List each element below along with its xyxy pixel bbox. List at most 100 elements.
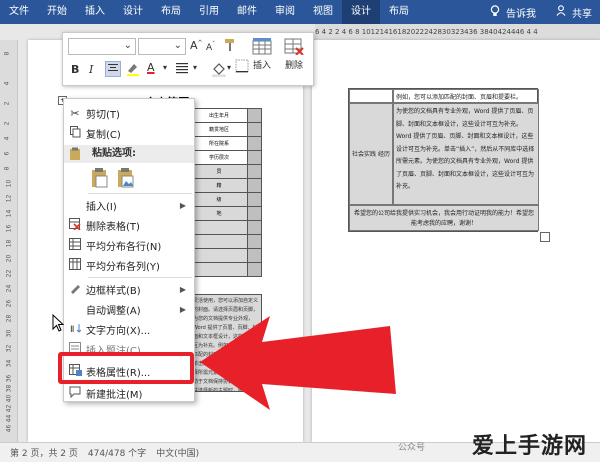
- mini-toolbar: ⌄ ⌄ A^ Aˇ B I A ▾ ▾ ▾ 插入 删除: [62, 32, 314, 86]
- paste-picture-icon[interactable]: [116, 167, 136, 192]
- table-cell[interactable]: 员: [190, 164, 248, 179]
- table-cell[interactable]: [247, 150, 262, 165]
- menu-item-autofit[interactable]: 自动调整(A) ▶: [64, 299, 194, 319]
- table-cell[interactable]: 级: [190, 192, 248, 207]
- social-practice-body-cell[interactable]: 为使您的文档具有专业外观，Word 提供了页眉、页脚、封面和文本框设计，这些设计…: [393, 103, 539, 205]
- language-indicator[interactable]: 中文(中国): [156, 446, 199, 459]
- ruler-mark: 4: [3, 136, 11, 141]
- table-cell[interactable]: [247, 192, 262, 207]
- table-cell[interactable]: 出生年月: [190, 108, 248, 123]
- ruler-mark: 18: [5, 239, 13, 248]
- table-cell[interactable]: [247, 262, 262, 277]
- table-cell-top-text[interactable]: 例如，您可以添加匹配的封面、页眉和提要栏。: [393, 89, 539, 103]
- shading-icon[interactable]: [211, 61, 227, 80]
- table-cell[interactable]: [190, 248, 248, 263]
- ruler-mark: 38: [5, 384, 13, 393]
- delete-button[interactable]: 删除: [277, 37, 311, 71]
- distribute-rows-icon: [64, 237, 86, 253]
- grow-font-button[interactable]: A^: [190, 39, 203, 52]
- table-cell[interactable]: [247, 136, 262, 151]
- menu-item-text-direction[interactable]: Ⅱ 文字方向(X)...: [64, 319, 194, 339]
- table-resize-handle-icon[interactable]: [540, 232, 550, 242]
- copy-icon: [64, 125, 86, 141]
- resume-left-table[interactable]: 出生年月 籍贯地区 所在院系 学历层次 员 籍 级 地: [190, 108, 262, 277]
- menu-item-cut[interactable]: ✂ 剪切(T): [64, 103, 194, 123]
- menu-item-delete-table[interactable]: 删除表格(T): [64, 215, 194, 235]
- tab-mailings[interactable]: 邮件: [228, 0, 266, 24]
- word-count[interactable]: 474/478 个字: [88, 446, 146, 459]
- tab-review[interactable]: 审阅: [266, 0, 304, 24]
- table-cell[interactable]: [247, 164, 262, 179]
- table-cell[interactable]: [247, 108, 262, 123]
- tell-me-box[interactable]: 告诉我: [506, 5, 536, 20]
- menu-item-label: 剪切(T): [86, 109, 120, 121]
- bold-button[interactable]: B: [71, 63, 79, 76]
- tab-view[interactable]: 视图: [304, 0, 342, 24]
- table-cell[interactable]: [190, 234, 248, 249]
- vertical-ruler[interactable]: 8 4 2 2 4 6 8 10 12 14 16 18 20 22 24 26…: [0, 40, 18, 442]
- menu-item-insert[interactable]: 插入(I) ▶: [64, 195, 194, 215]
- menu-divider: [88, 277, 192, 278]
- table-cell[interactable]: [247, 122, 262, 137]
- scissors-icon: ✂: [70, 106, 80, 120]
- table-cell[interactable]: 学历层次: [190, 150, 248, 165]
- table-cell[interactable]: [247, 206, 262, 221]
- closing-statement-cell[interactable]: 希望您的公司给我提供实习机会，我会用行动证明我的能力！希望您能考虑我的应聘，谢谢…: [349, 205, 539, 231]
- table-cell[interactable]: [247, 234, 262, 249]
- table-cell[interactable]: [247, 178, 262, 193]
- page-count[interactable]: 第 2 页，共 2 页: [10, 446, 78, 459]
- tab-file[interactable]: 文件: [0, 0, 38, 24]
- chevron-right-icon: ▶: [179, 200, 186, 210]
- ruler-mark: 40: [5, 394, 13, 403]
- tab-table-layout[interactable]: 布局: [380, 0, 418, 24]
- chevron-down-icon[interactable]: ▾: [163, 63, 167, 72]
- font-size-combo[interactable]: ⌄: [138, 38, 186, 55]
- table-cell[interactable]: 籍: [190, 178, 248, 193]
- ruler-mark: 16: [5, 224, 13, 233]
- chevron-down-icon[interactable]: ▾: [227, 63, 231, 72]
- resume-right-table[interactable]: 例如，您可以添加匹配的封面、页眉和提要栏。 社会实践 经历 为使您的文档具有专业…: [348, 88, 539, 232]
- menu-item-border-styles[interactable]: 边框样式(B) ▶: [64, 279, 194, 299]
- shrink-font-button[interactable]: Aˇ: [206, 41, 215, 53]
- table-cell[interactable]: [190, 262, 248, 277]
- social-practice-label-cell[interactable]: 社会实践 经历: [349, 103, 393, 205]
- table-cell[interactable]: [247, 220, 262, 235]
- tab-home[interactable]: 开始: [38, 0, 76, 24]
- table-cell[interactable]: 所在院系: [190, 136, 248, 151]
- menu-item-copy[interactable]: 复制(C): [64, 123, 194, 143]
- ruler-mark: 14: [5, 209, 13, 218]
- font-color-button[interactable]: A: [147, 61, 155, 74]
- insert-button[interactable]: 插入: [245, 37, 279, 71]
- tab-table-design[interactable]: 设计: [342, 0, 380, 24]
- ruler-mark: 32: [5, 344, 13, 353]
- horizontal-ruler[interactable]: 6 4 2 2 4 6 8 10121416182022242830323436…: [315, 24, 600, 40]
- align-menu-icon[interactable]: [175, 61, 189, 78]
- tab-insert[interactable]: 插入: [76, 0, 114, 24]
- menu-item-distribute-columns[interactable]: 平均分布各列(Y): [64, 255, 194, 275]
- highlight-box: [58, 352, 194, 384]
- menu-item-distribute-rows[interactable]: 平均分布各行(N): [64, 235, 194, 255]
- ruler-mark: 2: [3, 121, 11, 126]
- chevron-right-icon: ▶: [179, 284, 186, 294]
- paste-keep-formatting-icon[interactable]: [90, 167, 110, 192]
- table-cell[interactable]: 地: [190, 206, 248, 221]
- share-button[interactable]: 共享: [572, 5, 592, 20]
- italic-button[interactable]: I: [89, 63, 93, 76]
- mouse-cursor-icon: [52, 313, 65, 336]
- ruler-mark: 10: [5, 179, 13, 188]
- menu-item-label: 平均分布各行(N): [86, 241, 162, 253]
- table-cell[interactable]: [190, 220, 248, 235]
- tab-design[interactable]: 设计: [114, 0, 152, 24]
- tab-layout[interactable]: 布局: [152, 0, 190, 24]
- ribbon-right-group: 告诉我 共享: [490, 4, 600, 20]
- menu-item-new-comment[interactable]: 新建批注(M): [64, 383, 194, 403]
- table-cell[interactable]: [349, 89, 393, 103]
- align-center-icon[interactable]: [105, 61, 121, 77]
- tab-references[interactable]: 引用: [190, 0, 228, 24]
- font-name-combo[interactable]: ⌄: [68, 38, 136, 55]
- chevron-down-icon[interactable]: ▾: [193, 63, 197, 72]
- format-painter-icon[interactable]: [223, 38, 237, 55]
- highlighter-icon[interactable]: [125, 61, 141, 80]
- table-cell[interactable]: [247, 248, 262, 263]
- table-cell[interactable]: 籍贯地区: [190, 122, 248, 137]
